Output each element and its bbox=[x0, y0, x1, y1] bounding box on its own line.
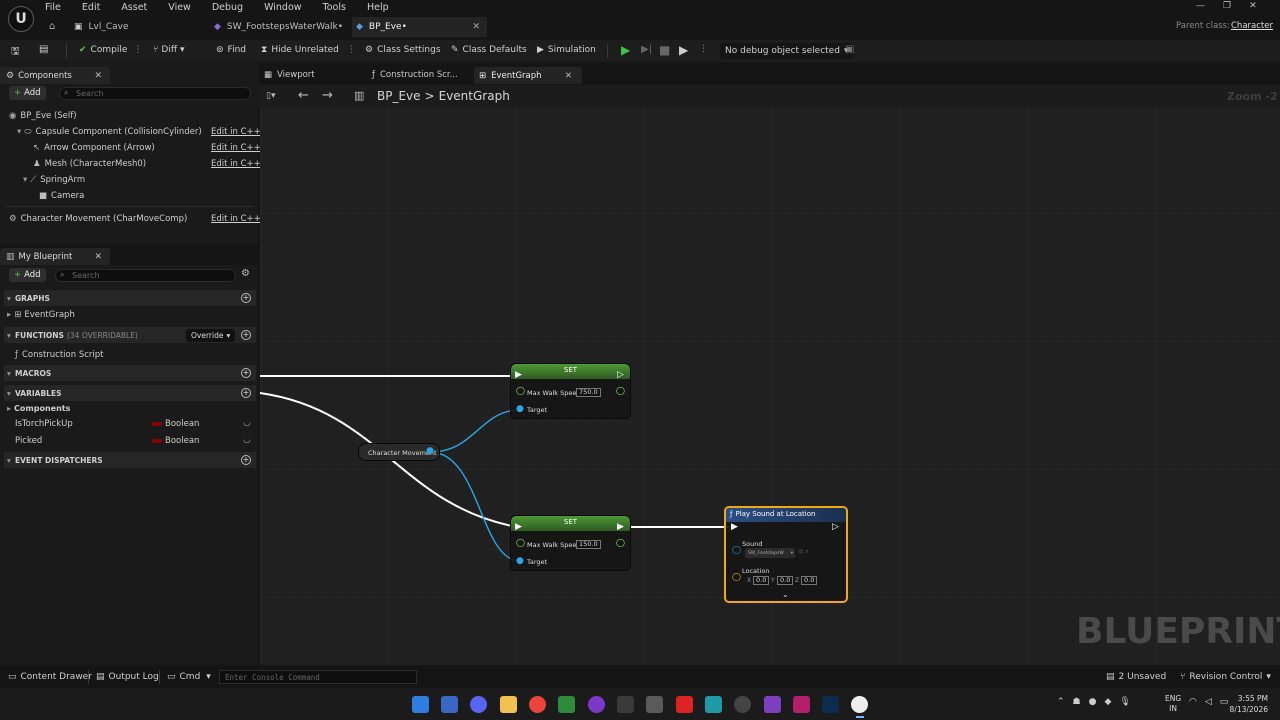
location-x-input[interactable]: 0.0 bbox=[753, 576, 770, 585]
drawer-icon: ▭ bbox=[8, 672, 17, 682]
object-out-pin[interactable]: ● bbox=[426, 446, 434, 456]
console-command-input[interactable]: Enter Console Command bbox=[219, 670, 417, 684]
log-icon: ▤ bbox=[96, 672, 105, 682]
pin-label: Target bbox=[527, 558, 548, 566]
exec-out-pin[interactable]: ▶ bbox=[617, 522, 624, 532]
pin-label: Sound bbox=[742, 540, 763, 548]
chevron-down-icon: ▾ bbox=[790, 550, 793, 556]
chevron-up-icon[interactable]: ⌃ bbox=[1057, 697, 1065, 707]
max-walk-speed-input[interactable]: 750.0 bbox=[576, 388, 601, 397]
node-title: SET bbox=[511, 516, 630, 531]
rider-icon[interactable] bbox=[793, 696, 810, 713]
app-3d-icon[interactable] bbox=[705, 696, 722, 713]
revision-control-button[interactable]: ⑂ Revision Control ▾ bbox=[1180, 672, 1271, 682]
discord-icon[interactable] bbox=[470, 696, 487, 713]
wifi-icon: ◠ bbox=[1189, 697, 1197, 707]
chevron-down-icon: ▾ bbox=[206, 672, 211, 682]
function-icon: ƒ bbox=[730, 510, 733, 518]
float-pin[interactable]: ◯ bbox=[516, 538, 525, 547]
object-wire bbox=[429, 409, 521, 453]
expand-chevron-icon[interactable]: ⌄ bbox=[782, 590, 789, 599]
terminal-app-icon[interactable] bbox=[617, 696, 634, 713]
terminal-icon: ▭ bbox=[167, 672, 176, 682]
photos-icon[interactable] bbox=[646, 696, 663, 713]
tray-app-icon[interactable]: ● bbox=[1089, 697, 1097, 707]
revision-icon: ⑂ bbox=[1180, 672, 1186, 682]
sound-asset-dropdown[interactable]: SW_FootstepsW ▾ bbox=[745, 548, 795, 558]
clock[interactable]: 3:55 PM 8/13/2026 bbox=[1228, 693, 1268, 715]
tray-status-icons[interactable]: ◠ ◁ ▭ bbox=[1189, 697, 1228, 707]
browse-asset-icon[interactable]: ◎ ⌕ bbox=[798, 548, 809, 556]
object-pin[interactable]: ● bbox=[516, 556, 524, 566]
float-out-pin[interactable]: ◯ bbox=[616, 538, 625, 547]
graph-wires bbox=[259, 375, 735, 562]
pin-label: Target bbox=[527, 406, 548, 414]
exec-out-pin[interactable]: ▷ bbox=[617, 370, 624, 380]
exec-in-pin[interactable]: ▶ bbox=[515, 522, 522, 532]
chevron-down-icon: ▾ bbox=[1266, 672, 1271, 682]
sound-pin[interactable]: ◯ bbox=[732, 545, 741, 554]
cmd-dropdown[interactable]: ▭ Cmd ▾ bbox=[167, 672, 211, 682]
node-title: ƒ Play Sound at Location bbox=[726, 508, 846, 522]
unsaved-icon: ▤ bbox=[1106, 672, 1115, 682]
start-menu-icon[interactable] bbox=[412, 696, 429, 713]
unreal-engine-icon[interactable] bbox=[851, 696, 868, 713]
system-tray: ⌃ ☗ ● ◆ 🎙 bbox=[1057, 697, 1131, 707]
float-out-pin[interactable]: ◯ bbox=[616, 386, 625, 395]
github-icon[interactable] bbox=[588, 696, 605, 713]
excel-icon[interactable] bbox=[558, 696, 575, 713]
photoshop-icon[interactable] bbox=[822, 696, 839, 713]
file-explorer-icon[interactable] bbox=[500, 696, 517, 713]
visual-studio-icon[interactable] bbox=[764, 696, 781, 713]
language-indicator[interactable]: ENG IN bbox=[1165, 694, 1181, 714]
outlook-icon[interactable] bbox=[441, 696, 458, 713]
object-wire bbox=[429, 451, 521, 562]
microphone-icon[interactable]: 🎙 bbox=[1119, 697, 1130, 707]
unsaved-button[interactable]: ▤ 2 Unsaved bbox=[1106, 672, 1166, 682]
pin-label: Max Walk Speed bbox=[527, 389, 581, 397]
exec-out-pin[interactable]: ▷ bbox=[832, 522, 839, 532]
exec-in-pin[interactable]: ▶ bbox=[731, 522, 738, 532]
float-pin[interactable]: ◯ bbox=[516, 386, 525, 395]
status-bar: ▭ Content Drawer ▤ Output Log ▭ Cmd ▾ Enter … bbox=[0, 667, 1280, 687]
chrome-icon[interactable] bbox=[529, 696, 546, 713]
max-walk-speed-input[interactable]: 150.0 bbox=[576, 540, 601, 549]
exec-in-pin[interactable]: ▶ bbox=[515, 370, 522, 380]
obs-icon[interactable] bbox=[734, 696, 751, 713]
content-drawer-button[interactable]: ▭ Content Drawer bbox=[8, 672, 92, 682]
tray-app-icon[interactable]: ◆ bbox=[1104, 697, 1111, 707]
output-log-button[interactable]: ▤ Output Log bbox=[96, 672, 159, 682]
object-pin[interactable]: ● bbox=[516, 404, 524, 414]
tray-app-icon[interactable]: ☗ bbox=[1073, 697, 1081, 707]
volume-icon: ◁ bbox=[1204, 697, 1212, 707]
pin-label: Location bbox=[742, 567, 770, 575]
location-y-input[interactable]: 0.0 bbox=[777, 576, 794, 585]
active-app-indicator bbox=[856, 716, 864, 718]
app-red-icon[interactable] bbox=[676, 696, 693, 713]
pin-label: Max Walk Speed bbox=[527, 541, 581, 549]
location-z-input[interactable]: 0.0 bbox=[801, 576, 818, 585]
node-title: SET bbox=[511, 364, 630, 379]
vector-pin[interactable]: ◯ bbox=[732, 572, 741, 581]
